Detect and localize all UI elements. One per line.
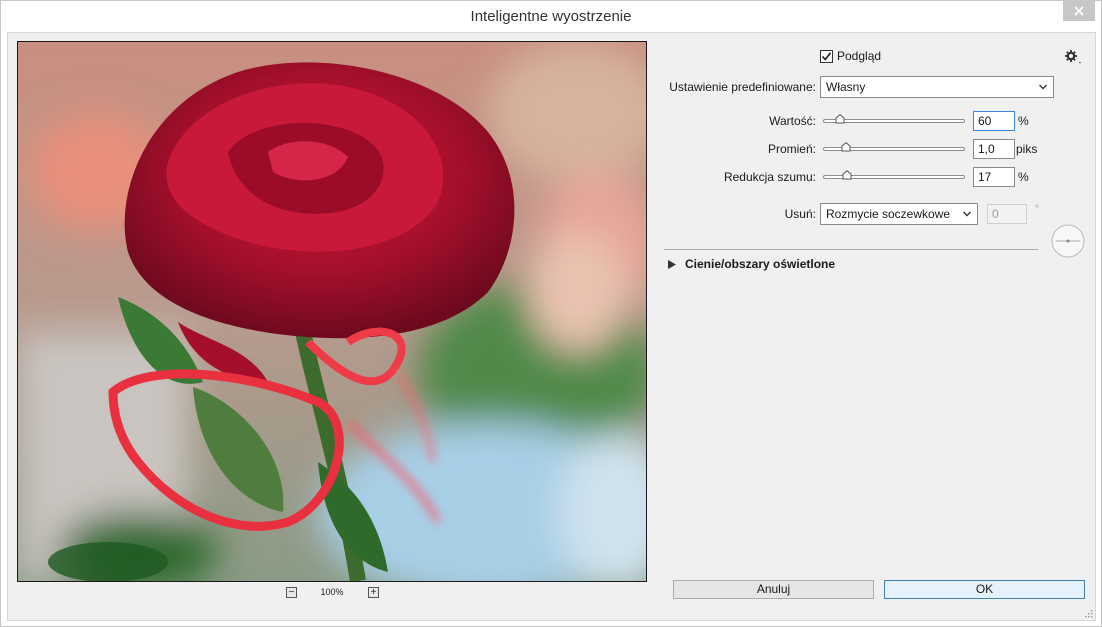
radius-unit: piks bbox=[1016, 142, 1038, 156]
checkmark-icon bbox=[821, 51, 832, 61]
angle-dial bbox=[1051, 224, 1085, 258]
angle-input: 0 bbox=[987, 204, 1027, 224]
zoom-controls: − 100% + bbox=[284, 587, 384, 601]
preset-value: Własny bbox=[826, 80, 866, 94]
radius-input[interactable]: 1,0 bbox=[973, 139, 1015, 159]
section-divider bbox=[664, 249, 1038, 250]
chevron-down-icon bbox=[1039, 84, 1047, 90]
preview-toggle[interactable]: Podgląd bbox=[820, 49, 881, 63]
close-button[interactable] bbox=[1063, 1, 1095, 21]
preview-label: Podgląd bbox=[837, 49, 882, 63]
noise-label: Redukcja szumu: bbox=[723, 170, 816, 184]
zoom-level: 100% bbox=[320, 587, 344, 597]
amount-unit: % bbox=[1018, 114, 1029, 128]
shadows-highlights-section[interactable]: Cienie/obszary oświetlone bbox=[668, 256, 835, 272]
settings-menu-button[interactable] bbox=[1064, 49, 1084, 65]
radius-slider-thumb[interactable] bbox=[841, 142, 851, 152]
zoom-out-button[interactable]: − bbox=[286, 587, 297, 598]
shadows-highlights-label: Cienie/obszary oświetlone bbox=[685, 257, 836, 271]
preset-select[interactable]: Własny bbox=[820, 76, 1054, 98]
noise-unit: % bbox=[1018, 170, 1029, 184]
smart-sharpen-dialog: Inteligentne wyostrzenie − 100% + Podglą… bbox=[0, 0, 1102, 627]
title-bar[interactable]: Inteligentne wyostrzenie bbox=[1, 1, 1101, 32]
remove-value: Rozmycie soczewkowe bbox=[826, 207, 951, 221]
cancel-button[interactable]: Anuluj bbox=[673, 580, 874, 599]
amount-label: Wartość: bbox=[769, 114, 816, 128]
resize-grip-icon[interactable] bbox=[1085, 610, 1093, 618]
chevron-down-icon bbox=[963, 211, 971, 217]
disclosure-triangle-icon bbox=[668, 259, 676, 269]
ok-button[interactable]: OK bbox=[884, 580, 1085, 599]
gear-icon bbox=[1065, 50, 1081, 64]
dialog-body: − 100% + Podgląd Ustawienie predefiniowa… bbox=[7, 32, 1096, 621]
amount-input[interactable]: 60 bbox=[973, 111, 1015, 131]
rose-photo bbox=[18, 42, 646, 581]
window-title: Inteligentne wyostrzenie bbox=[470, 8, 632, 25]
zoom-in-button[interactable]: + bbox=[368, 587, 379, 598]
remove-select[interactable]: Rozmycie soczewkowe bbox=[820, 203, 978, 225]
amount-slider-thumb[interactable] bbox=[835, 114, 845, 124]
noise-slider-thumb[interactable] bbox=[842, 170, 852, 180]
preset-label: Ustawienie predefiniowane: bbox=[669, 80, 816, 94]
preview-checkbox[interactable] bbox=[820, 49, 833, 63]
radius-label: Promień: bbox=[767, 142, 816, 156]
preview-image[interactable] bbox=[17, 41, 647, 582]
angle-unit: ° bbox=[1035, 204, 1039, 215]
noise-input[interactable]: 17 bbox=[973, 167, 1015, 187]
close-icon bbox=[1074, 6, 1084, 16]
remove-label: Usuń: bbox=[784, 207, 816, 221]
